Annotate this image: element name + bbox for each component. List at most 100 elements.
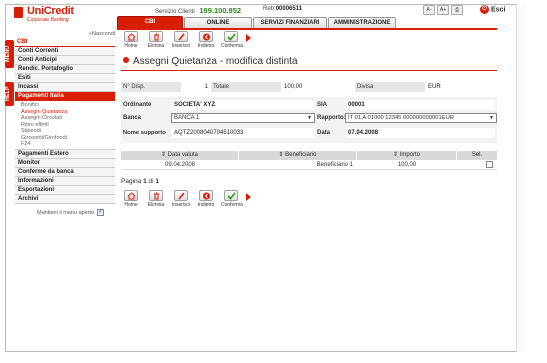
- row-select-checkbox[interactable]: [486, 160, 493, 168]
- unicredit-logo: UniCredit Corporate Banking: [14, 5, 74, 23]
- reb-info: Reb:00006511: [263, 6, 302, 12]
- col-importo[interactable]: ⇕ Importo: [357, 151, 457, 160]
- pagination-of: di: [148, 178, 154, 185]
- keep-menu-open-label: Mantieni il menu aperto: [37, 209, 95, 216]
- home-button[interactable]: Home: [121, 31, 141, 49]
- delete-label: Elimina: [147, 202, 165, 208]
- pagination-current: 1: [143, 178, 147, 185]
- nav-item-pagamenti-estero[interactable]: Pagamenti Estero: [15, 149, 115, 159]
- divisa-label: Divisa: [355, 82, 425, 92]
- side-tabs: MENU HELP: [5, 40, 14, 120]
- side-tab-help[interactable]: HELP: [5, 82, 14, 106]
- delete-label: Elimina: [147, 43, 165, 49]
- nav-item-conti-anticipi[interactable]: Conti Anticipi: [15, 56, 115, 65]
- banca-select[interactable]: BANCA 1: [171, 113, 315, 123]
- details-row-ordinante: Ordinante SOCIETA' XYZ SIA 00001: [121, 100, 497, 110]
- cell-data-valuta: 09.04.2008: [164, 162, 196, 168]
- table-header: ⇕ Data valuta ⇕ Beneficiario ⇕ Importo S…: [121, 151, 497, 160]
- ordinante-label: Ordinante: [123, 102, 152, 108]
- top-toolbar: Home Elimina Inserisci Indietro Conferma: [121, 31, 251, 49]
- delete-button[interactable]: Elimina: [146, 31, 166, 49]
- nav-item-rendic-portafoglio[interactable]: Rendic. Portafoglio: [15, 65, 115, 74]
- nav-item-esiti[interactable]: Esiti: [15, 74, 115, 83]
- col-beneficiario[interactable]: ⇕ Beneficiario: [239, 151, 357, 160]
- nav-item-pagamenti-italia[interactable]: Pagamenti Italia: [15, 92, 115, 101]
- font-smaller-button[interactable]: A-: [423, 5, 435, 15]
- home-label: Home: [124, 43, 138, 49]
- check-icon: [227, 33, 236, 41]
- back-icon: [203, 192, 210, 200]
- pencil-icon: [178, 33, 185, 41]
- n-disp-label: N° Disp.: [121, 82, 181, 92]
- home-button-bottom[interactable]: Home: [121, 190, 141, 208]
- nav-item-informazioni[interactable]: Informazioni: [15, 176, 115, 186]
- col-sel: Sel.: [471, 152, 483, 158]
- supporto-value: AQTZ2008040704510033: [171, 128, 315, 138]
- bottom-toolbar: Home Elimina Inserisci Indietro Conferma: [121, 190, 251, 208]
- nav-section-title: CBI: [15, 38, 115, 47]
- nav-item-conti-correnti[interactable]: Conti Correnti: [15, 47, 115, 56]
- rapporto-label: Rapporto:: [317, 115, 346, 121]
- cell-beneficiario: Beneficiario 1: [316, 162, 353, 168]
- col-data-valuta[interactable]: ⇕ Data valuta: [121, 151, 239, 160]
- trash-icon: [154, 192, 159, 200]
- sia-label: SIA: [317, 102, 328, 108]
- nav-item-esportazioni[interactable]: Esportazioni: [15, 185, 115, 195]
- print-icon[interactable]: ⎙: [451, 5, 463, 15]
- service-info: Servizio Clienti 199.100.952: [155, 6, 241, 15]
- beneficiary-table: ⇕ Data valuta ⇕ Beneficiario ⇕ Importo S…: [121, 151, 497, 170]
- supporto-label: Nome supporto: [123, 130, 166, 136]
- insert-label: Inserisci: [171, 43, 191, 49]
- n-disp-value: 1: [181, 82, 211, 92]
- divisa-value: EUR: [425, 82, 497, 92]
- delete-button-bottom[interactable]: Elimina: [146, 190, 166, 208]
- data-value: 07.04.2008: [345, 128, 495, 138]
- page-title: Assegni Quietanza - modifica distinta: [123, 56, 298, 67]
- reb-value: 00006511: [275, 6, 303, 12]
- totale-label: Totale: [211, 82, 281, 92]
- cell-sel: [457, 160, 497, 169]
- service-label: Servizio Clienti: [155, 9, 195, 15]
- nav-item-monitor[interactable]: Monitor: [15, 158, 115, 168]
- pagination: Pagina 1 di 1: [121, 178, 159, 185]
- back-label: Indietro: [197, 202, 215, 208]
- tab-underline: [117, 28, 497, 30]
- rapporto-select[interactable]: IT 01 A 01000 12345 000000000001EUR: [345, 113, 497, 123]
- summary-row: N° Disp. 1 Totale 100,00 Divisa EUR: [121, 82, 497, 92]
- cell-importo: 100,00: [397, 162, 417, 168]
- details-row-supporto: Nome supporto AQTZ2008040704510033 Data …: [121, 128, 497, 138]
- logout-label: Esci: [491, 6, 506, 14]
- back-button[interactable]: Indietro: [196, 31, 216, 49]
- table-row[interactable]: 09.04.2008 Beneficiario 1 100,00: [121, 160, 497, 170]
- side-tab-menu[interactable]: MENU: [5, 40, 14, 68]
- hide-menu-link[interactable]: «Nascondi: [15, 30, 115, 38]
- pencil-icon: [178, 192, 185, 200]
- confirm-button-bottom[interactable]: Conferma: [221, 190, 243, 208]
- back-icon: [203, 33, 210, 41]
- vertical-scrollbar[interactable]: [516, 4, 526, 352]
- confirm-button[interactable]: Conferma: [221, 31, 243, 49]
- keep-menu-open-checkbox[interactable]: ✓: [97, 208, 105, 216]
- nav-item-incassi[interactable]: Incassi: [15, 83, 115, 92]
- back-button-bottom[interactable]: Indietro: [196, 190, 216, 208]
- home-icon: [127, 192, 136, 200]
- keep-menu-open: Mantieni il menu aperto ✓: [15, 208, 115, 217]
- insert-label: Inserisci: [171, 202, 191, 208]
- insert-button-bottom[interactable]: Inserisci: [171, 190, 191, 208]
- pagination-label: Pagina: [121, 178, 142, 185]
- nav-item-conferme-da-banca[interactable]: Conferme da banca: [15, 167, 115, 177]
- toolbar-arrow-icon[interactable]: [246, 34, 251, 42]
- home-label: Home: [124, 202, 138, 208]
- logout-button[interactable]: ⏻ Esci: [480, 5, 505, 14]
- confirm-label: Conferma: [221, 43, 243, 49]
- font-larger-button[interactable]: A+: [437, 5, 449, 15]
- service-phone: 199.100.952: [199, 6, 242, 15]
- toolbar-arrow-icon[interactable]: [246, 193, 251, 201]
- nav-submenu: Bonifici Assegni Quietanza Assegni Circo…: [15, 101, 115, 150]
- brand-name: UniCredit: [26, 5, 74, 17]
- nav-sub-f24[interactable]: F24: [15, 141, 115, 148]
- font-size-controls: A- A+ ⎙: [423, 5, 465, 15]
- sia-value: 00001: [345, 100, 495, 110]
- insert-button[interactable]: Inserisci: [171, 31, 191, 49]
- nav-item-archivi[interactable]: Archivi: [15, 194, 115, 204]
